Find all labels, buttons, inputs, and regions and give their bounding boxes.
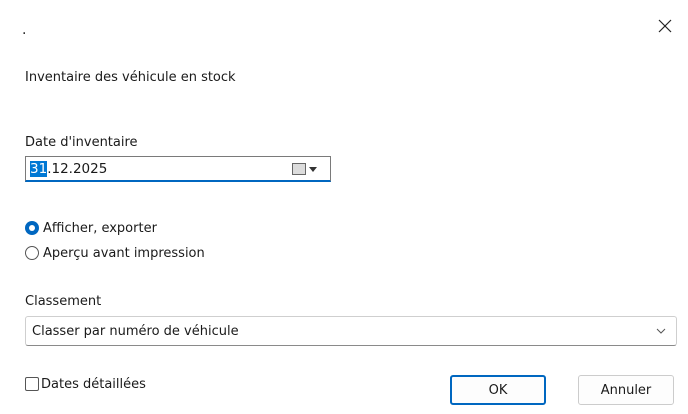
date-value[interactable]: 31.12.2025 [30, 161, 107, 177]
dialog-heading: Inventaire des véhicule en stock [25, 70, 236, 85]
radio-display-export[interactable]: Afficher, exporter [25, 219, 157, 237]
chevron-down-icon [309, 166, 317, 172]
sort-select[interactable]: Classer par numéro de véhicule [25, 316, 677, 346]
radio-unchecked-icon[interactable] [25, 246, 39, 260]
radio-display-export-label: Afficher, exporter [43, 220, 157, 236]
detailed-dates-checkbox[interactable] [25, 377, 39, 391]
inventory-dialog: . Inventaire des véhicule en stock Date … [0, 0, 688, 414]
radio-print-preview[interactable]: Aperçu avant impression [25, 244, 205, 262]
radio-checked-icon[interactable] [25, 221, 39, 235]
ok-button[interactable]: OK [450, 375, 546, 405]
cancel-button[interactable]: Annuler [578, 375, 674, 405]
title-bar: . [0, 0, 688, 52]
radio-print-preview-label: Aperçu avant impression [43, 245, 205, 261]
calendar-dropdown-button[interactable] [292, 161, 326, 177]
inventory-date-field[interactable]: 31.12.2025 [25, 156, 331, 182]
detailed-dates-label: Dates détaillées [41, 376, 146, 392]
close-icon [658, 19, 672, 33]
sort-label: Classement [25, 294, 102, 309]
sort-select-value: Classer par numéro de véhicule [32, 324, 239, 339]
date-rest: .12.2025 [47, 161, 108, 177]
chevron-down-icon [656, 328, 666, 334]
window-title: . [22, 22, 27, 38]
calendar-icon [292, 163, 306, 175]
detailed-dates-checkbox-row[interactable]: Dates détaillées [25, 375, 146, 393]
close-button[interactable] [642, 0, 688, 52]
date-day-selected: 31 [30, 161, 48, 177]
date-label: Date d'inventaire [25, 135, 138, 150]
